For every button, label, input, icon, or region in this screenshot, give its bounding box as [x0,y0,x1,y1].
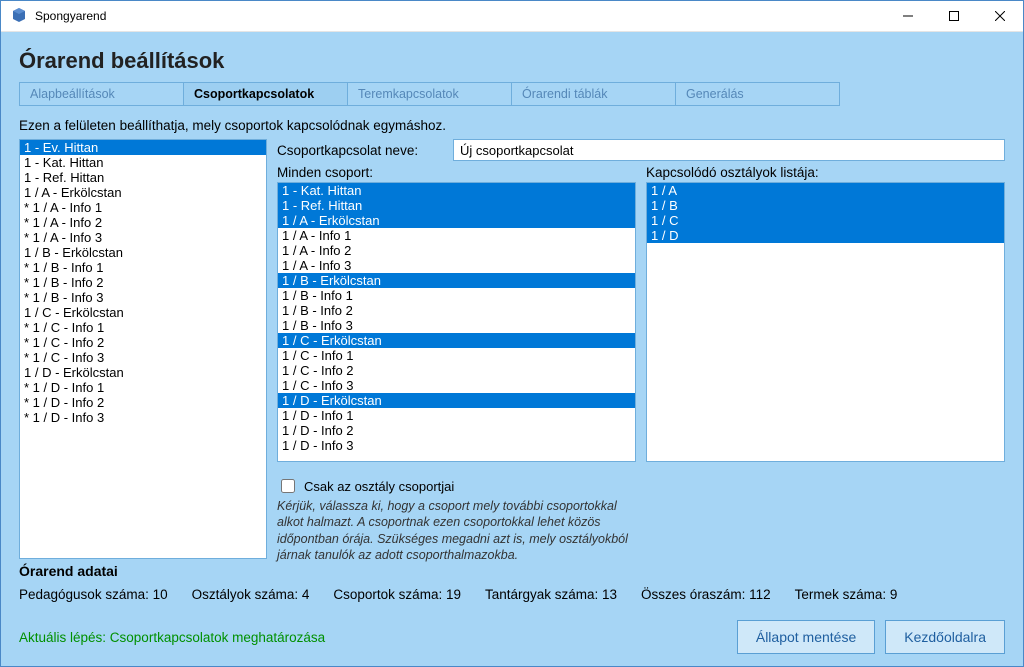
all-groups-item[interactable]: 1 / C - Info 3 [278,378,635,393]
group-relation-item[interactable]: * 1 / C - Info 3 [20,350,266,365]
related-class-item[interactable]: 1 / B [647,198,1004,213]
all-groups-item[interactable]: 1 / A - Info 1 [278,228,635,243]
all-groups-item[interactable]: 1 / A - Erkölcstan [278,213,635,228]
stats-row: Pedagógusok száma: 10 Osztályok száma: 4 C… [19,587,1005,602]
sub-columns: Minden csoport: 1 - Kat. Hittan1 - Ref. … [277,165,1005,559]
titlebar: Spongyarend [1,1,1023,32]
tab-órarendi-táblák[interactable]: Órarendi táblák [511,82,676,106]
all-groups-item[interactable]: 1 / D - Info 2 [278,423,635,438]
related-class-item[interactable]: 1 / C [647,213,1004,228]
tab-alapbeállítások[interactable]: Alapbeállítások [19,82,184,106]
tab-teremkapcsolatok[interactable]: Teremkapcsolatok [347,82,512,106]
group-relation-item[interactable]: 1 / D - Erkölcstan [20,365,266,380]
editor-panel: Csoportkapcsolat neve: Minden csoport: 1… [277,139,1005,559]
group-relation-item[interactable]: * 1 / B - Info 3 [20,290,266,305]
all-groups-item[interactable]: 1 / D - Info 3 [278,438,635,453]
group-relation-name-input[interactable] [453,139,1005,161]
related-classes-label: Kapcsolódó osztályok listája: [646,165,1005,180]
save-state-button[interactable]: Állapot mentése [737,620,875,654]
maximize-button[interactable] [931,1,977,31]
tab-csoportkapcsolatok[interactable]: Csoportkapcsolatok [183,82,348,106]
tab-bar: AlapbeállításokCsoportkapcsolatokTeremka… [19,82,1005,106]
footer-row: Aktuális lépés: Csoportkapcsolatok megha… [19,620,1005,654]
group-relation-item[interactable]: 1 - Kat. Hittan [20,155,266,170]
page-description: Ezen a felületen beállíthatja, mely csop… [19,118,1005,133]
all-groups-item[interactable]: 1 - Ref. Hittan [278,198,635,213]
all-groups-item[interactable]: 1 / A - Info 3 [278,258,635,273]
stat-item: Osztályok száma: 4 [192,587,310,602]
related-class-item[interactable]: 1 / A [647,183,1004,198]
window-title: Spongyarend [35,9,885,23]
all-groups-item[interactable]: 1 / A - Info 2 [278,243,635,258]
stat-item: Csoportok száma: 19 [333,587,461,602]
group-relation-item[interactable]: * 1 / B - Info 1 [20,260,266,275]
all-groups-column: Minden csoport: 1 - Kat. Hittan1 - Ref. … [277,165,636,559]
group-relation-item[interactable]: * 1 / C - Info 1 [20,320,266,335]
tab-generálás[interactable]: Generálás [675,82,840,106]
related-class-item[interactable]: 1 / D [647,228,1004,243]
content-area: Órarend beállítások AlapbeállításokCsopo… [1,32,1023,666]
stat-item: Tantárgyak száma: 13 [485,587,617,602]
name-field-row: Csoportkapcsolat neve: [277,139,1005,161]
window-controls [885,1,1023,31]
related-classes-list[interactable]: 1 / A1 / B1 / C1 / D [646,182,1005,462]
group-relation-item[interactable]: * 1 / A - Info 1 [20,200,266,215]
all-groups-item[interactable]: 1 / C - Info 1 [278,348,635,363]
help-text: Kérjük, válassza ki, hogy a csoport mely… [277,498,636,563]
group-relation-item[interactable]: 1 / C - Erkölcstan [20,305,266,320]
app-window: Spongyarend Órarend beállítások Alapbeál… [0,0,1024,667]
close-button[interactable] [977,1,1023,31]
all-groups-item[interactable]: 1 - Kat. Hittan [278,183,635,198]
all-groups-item[interactable]: 1 / B - Info 3 [278,318,635,333]
related-classes-column: Kapcsolódó osztályok listája: 1 / A1 / B… [646,165,1005,559]
footer-buttons: Állapot mentése Kezdőoldalra [737,620,1005,654]
group-relation-item[interactable]: * 1 / C - Info 2 [20,335,266,350]
all-groups-item[interactable]: 1 / D - Info 1 [278,408,635,423]
only-class-groups-label: Csak az osztály csoportjai [304,479,454,494]
all-groups-item[interactable]: 1 / C - Erkölcstan [278,333,635,348]
group-relation-item[interactable]: * 1 / B - Info 2 [20,275,266,290]
current-step: Aktuális lépés: Csoportkapcsolatok megha… [19,630,325,645]
app-icon [11,8,27,24]
group-relation-item[interactable]: * 1 / D - Info 1 [20,380,266,395]
group-relation-item[interactable]: 1 / B - Erkölcstan [20,245,266,260]
all-groups-item[interactable]: 1 / B - Info 2 [278,303,635,318]
group-relation-item[interactable]: * 1 / D - Info 3 [20,410,266,425]
home-button[interactable]: Kezdőoldalra [885,620,1005,654]
all-groups-item[interactable]: 1 / B - Erkölcstan [278,273,635,288]
stat-item: Összes óraszám: 112 [641,587,771,602]
group-relation-item[interactable]: * 1 / A - Info 3 [20,230,266,245]
group-relations-list[interactable]: 1 - Ev. Hittan1 - Kat. Hittan1 - Ref. Hi… [19,139,267,559]
group-relation-item[interactable]: 1 - Ev. Hittan [20,140,266,155]
group-relation-item[interactable]: 1 / A - Erkölcstan [20,185,266,200]
main-columns: 1 - Ev. Hittan1 - Kat. Hittan1 - Ref. Hi… [19,139,1005,559]
group-relation-item[interactable]: * 1 / A - Info 2 [20,215,266,230]
minimize-button[interactable] [885,1,931,31]
stat-item: Pedagógusok száma: 10 [19,587,168,602]
name-label: Csoportkapcsolat neve: [277,143,447,158]
all-groups-list[interactable]: 1 - Kat. Hittan1 - Ref. Hittan1 / A - Er… [277,182,636,462]
only-class-groups-checkbox[interactable] [281,479,295,493]
page-title: Órarend beállítások [19,48,1005,74]
all-groups-item[interactable]: 1 / B - Info 1 [278,288,635,303]
all-groups-item[interactable]: 1 / C - Info 2 [278,363,635,378]
only-class-groups-row: Csak az osztály csoportjai [277,476,636,496]
group-relation-item[interactable]: * 1 / D - Info 2 [20,395,266,410]
all-groups-item[interactable]: 1 / D - Erkölcstan [278,393,635,408]
all-groups-label: Minden csoport: [277,165,636,180]
stats-title: Órarend adatai [19,563,1005,579]
stat-item: Termek száma: 9 [795,587,898,602]
group-relation-item[interactable]: 1 - Ref. Hittan [20,170,266,185]
